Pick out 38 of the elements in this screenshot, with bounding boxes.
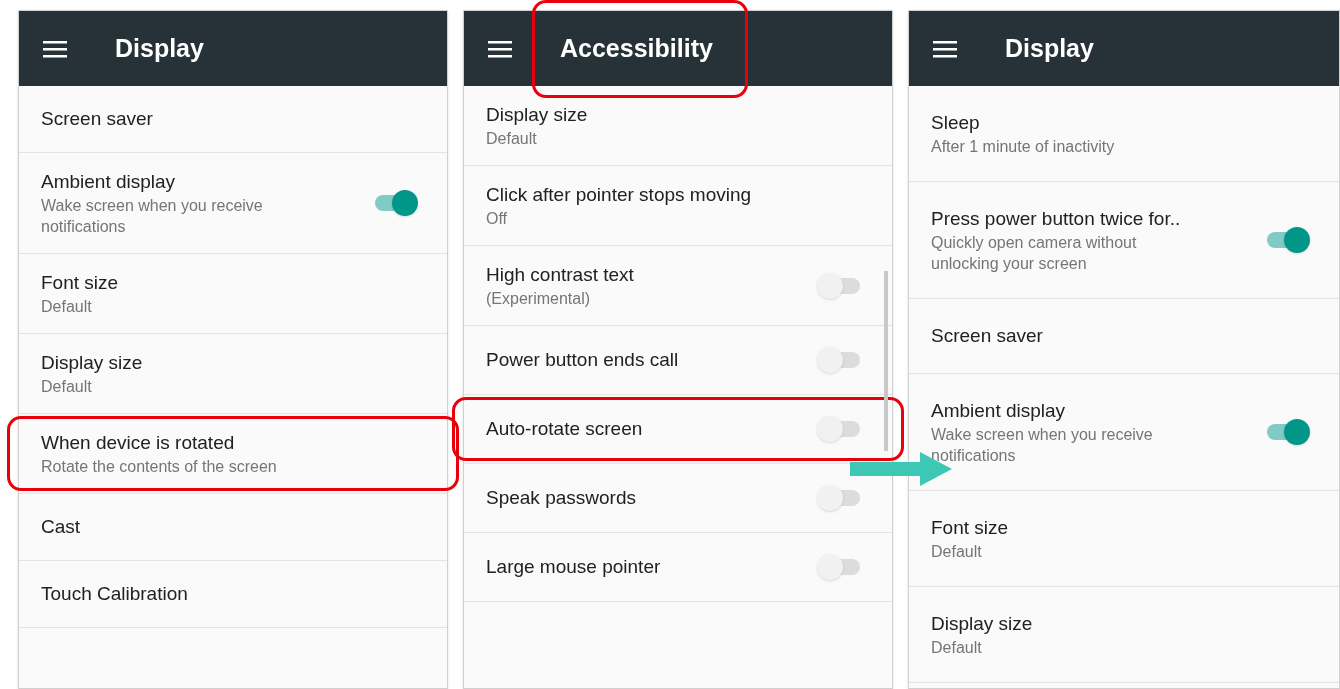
setting-summary: Default <box>931 638 983 658</box>
setting-title: Display size <box>41 351 144 375</box>
setting-summary: Off <box>486 209 509 229</box>
setting-summary: Default <box>41 297 93 317</box>
setting-title: When device is rotated <box>41 431 236 455</box>
setting-summary: Default <box>41 377 93 397</box>
setting-summary: (Experimental) <box>486 289 592 309</box>
setting-title: Power button ends call <box>486 348 680 372</box>
setting-title: Font size <box>931 516 1010 540</box>
setting-title: Auto-rotate screen <box>486 417 644 441</box>
setting-summary: Wake screen when you receive notifications <box>41 196 264 237</box>
screen-title: Display <box>115 32 204 64</box>
setting-title: High contrast text <box>486 263 635 287</box>
setting-title: Ambient display <box>41 170 177 194</box>
setting-title: Touch Calibration <box>41 582 189 606</box>
setting-title: Ambient display <box>931 399 1067 423</box>
menu-icon[interactable] <box>43 39 67 58</box>
setting-title: Speak passwords <box>486 486 637 510</box>
setting-summary: Default <box>931 542 983 562</box>
setting-title: Press power button twice for.. <box>931 207 1182 231</box>
setting-title: Screen saver <box>931 324 1044 348</box>
setting-title: Screen saver <box>41 107 154 131</box>
setting-title: Display size <box>486 103 589 127</box>
setting-summary: Default <box>486 129 538 149</box>
menu-icon[interactable] <box>933 39 957 58</box>
setting-title: Click after pointer stops moving <box>486 183 753 207</box>
setting-title: Large mouse pointer <box>486 555 662 579</box>
menu-icon[interactable] <box>488 39 512 58</box>
setting-title: Display size <box>931 612 1034 636</box>
setting-summary: After 1 minute of inactivity <box>931 137 1116 157</box>
setting-summary: Quickly open camera without unlocking your screen <box>931 233 1138 274</box>
setting-summary: Rotate the contents of the screen <box>41 457 278 477</box>
setting-title: Font size <box>41 271 120 295</box>
setting-summary: Wake screen when you receive notifications <box>931 425 1154 466</box>
screen-title: Accessibility <box>560 32 713 64</box>
screen-title: Display <box>1005 32 1094 64</box>
setting-title: Sleep <box>931 111 981 135</box>
setting-title: Cast <box>41 515 82 539</box>
